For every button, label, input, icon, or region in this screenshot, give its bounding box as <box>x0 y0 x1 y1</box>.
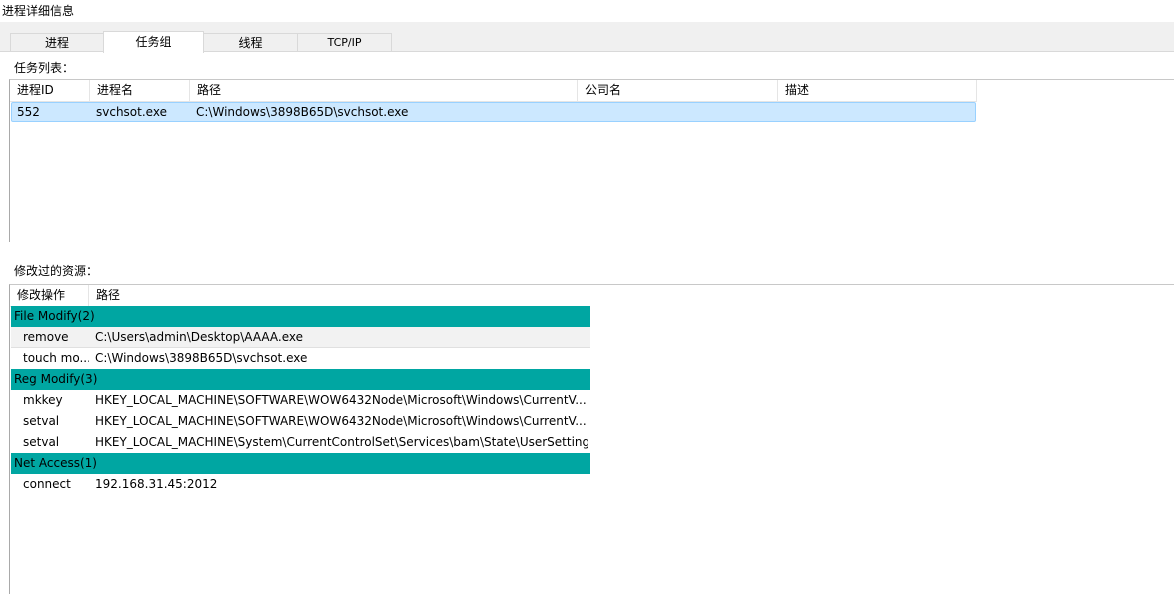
group-header-reg-modify[interactable]: Reg Modify(3) <box>11 369 590 390</box>
list-item[interactable]: setval HKEY_LOCAL_MACHINE\SOFTWARE\WOW64… <box>11 411 590 432</box>
task-name: svchsot.exe <box>96 105 167 119</box>
task-list-table[interactable]: 进程ID 进程名 路径 公司名 描述 552 svchsot.exe C:\Wi… <box>9 79 1174 242</box>
operation-cell: remove <box>23 330 69 344</box>
window-title: 进程详细信息 <box>2 4 75 18</box>
task-list-label: 任务列表： <box>14 61 75 75</box>
path-cell: HKEY_LOCAL_MACHINE\System\CurrentControl… <box>95 435 588 449</box>
group-header-net-access[interactable]: Net Access(1) <box>11 453 590 474</box>
list-item[interactable]: connect 192.168.31.45:2012 <box>11 474 590 495</box>
column-header-path[interactable]: 路径 <box>190 80 578 101</box>
task-path: C:\Windows\3898B65D\svchsot.exe <box>196 105 409 119</box>
list-item[interactable]: setval HKEY_LOCAL_MACHINE\System\Current… <box>11 432 590 453</box>
column-header-pid[interactable]: 进程ID <box>10 80 90 101</box>
modified-header: 修改操作 路径 <box>10 285 590 307</box>
list-item[interactable]: touch mo... C:\Windows\3898B65D\svchsot.… <box>11 348 590 369</box>
operation-cell: connect <box>23 477 71 491</box>
tab-threads[interactable]: 线程 <box>203 33 298 52</box>
column-header-desc[interactable]: 描述 <box>778 80 977 101</box>
list-item[interactable]: remove C:\Users\admin\Desktop\AAAA.exe <box>11 327 590 348</box>
task-company <box>579 103 779 122</box>
group-header-file-modify[interactable]: File Modify(2) <box>11 306 590 327</box>
column-header-mod-path[interactable]: 路径 <box>89 285 590 306</box>
task-list-header: 进程ID 进程名 路径 公司名 描述 <box>10 80 977 102</box>
tab-process[interactable]: 进程 <box>10 33 104 52</box>
operation-cell: setval <box>23 435 60 449</box>
operation-cell: setval <box>23 414 60 428</box>
column-header-operation[interactable]: 修改操作 <box>10 285 89 306</box>
path-cell: C:\Windows\3898B65D\svchsot.exe <box>95 351 308 365</box>
column-header-company[interactable]: 公司名 <box>578 80 778 101</box>
operation-cell: mkkey <box>23 393 63 407</box>
task-row-selected[interactable]: 552 svchsot.exe C:\Windows\3898B65D\svch… <box>11 102 976 122</box>
column-header-name[interactable]: 进程名 <box>90 80 190 101</box>
task-pid: 552 <box>17 105 40 119</box>
path-cell: C:\Users\admin\Desktop\AAAA.exe <box>95 330 304 344</box>
task-desc <box>779 103 976 122</box>
path-cell: HKEY_LOCAL_MACHINE\SOFTWARE\WOW6432Node\… <box>95 414 587 428</box>
path-cell: HKEY_LOCAL_MACHINE\SOFTWARE\WOW6432Node\… <box>95 393 587 407</box>
modified-resources-label: 修改过的资源： <box>14 264 99 278</box>
path-cell: 192.168.31.45:2012 <box>95 477 218 491</box>
operation-cell: touch mo... <box>23 351 89 365</box>
tab-task-group[interactable]: 任务组 <box>103 31 204 53</box>
list-item[interactable]: mkkey HKEY_LOCAL_MACHINE\SOFTWARE\WOW643… <box>11 390 590 411</box>
modified-resources-table[interactable]: 修改操作 路径 File Modify(2) remove C:\Users\a… <box>9 284 1174 594</box>
tab-tcpip[interactable]: TCP/IP <box>297 33 392 52</box>
